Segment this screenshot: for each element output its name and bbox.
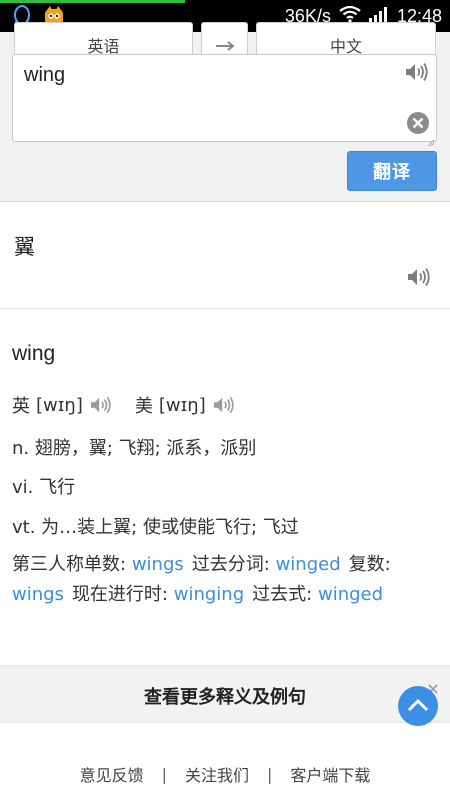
present-participle-link[interactable]: winging [174, 584, 244, 605]
word-forms: 第三人称单数: wings 过去分词: winged 复数: wings 现在进行时:… [12, 550, 407, 610]
past-participle-link[interactable]: winged [276, 554, 341, 575]
footer-separator: | [267, 764, 273, 784]
speaker-icon[interactable] [404, 61, 430, 83]
phonetics-row: 英 [wɪŋ] 美 [wɪŋ] [12, 392, 258, 418]
resize-handle-icon[interactable] [427, 132, 435, 147]
definition-transitive-verb: vt. 为…装上翼; 使或使能飞行; 飞过 [12, 517, 299, 538]
past-tense-link[interactable]: winged [318, 584, 383, 605]
translate-input-panel: 英语 中文 wing 翻译 [0, 22, 450, 202]
uk-phonetic: [wɪŋ] [36, 394, 83, 416]
speaker-icon[interactable] [406, 266, 432, 288]
third-person-label: 第三人称单数: [12, 554, 127, 575]
footer-separator: | [161, 764, 167, 784]
us-phonetic: [wɪŋ] [158, 394, 206, 416]
headword: wing [12, 342, 56, 365]
back-to-top-button[interactable] [398, 686, 438, 726]
client-download-link[interactable]: 客户端下载 [290, 762, 370, 786]
us-label: 美 [134, 396, 153, 417]
past-participle-label: 过去分词: [191, 554, 270, 575]
dictionary-section: wing 英 [wɪŋ] 美 [wɪŋ] n. 翅膀，翼; 飞翔; 派系，派别 … [0, 310, 450, 664]
feedback-link[interactable]: 意见反馈 [80, 762, 144, 786]
more-definitions-bar[interactable]: 查看更多释义及例句 [0, 665, 450, 723]
source-text-input[interactable]: wing [12, 54, 437, 147]
plural-label: 复数: [348, 554, 391, 575]
more-definitions-label[interactable]: 查看更多释义及例句 [0, 683, 450, 709]
us-speaker-icon[interactable] [212, 394, 236, 416]
follow-us-link[interactable]: 关注我们 [185, 762, 249, 786]
third-person-link[interactable]: wings [132, 554, 184, 575]
translation-text: 翼 [14, 235, 35, 259]
footer-links: 意见反馈 | 关注我们 | 客户端下载 [0, 762, 450, 786]
uk-label: 英 [12, 396, 30, 417]
plural-link[interactable]: wings [12, 584, 64, 605]
source-text-value[interactable]: wing [24, 64, 65, 87]
uk-speaker-icon[interactable] [89, 394, 113, 416]
present-participle-label: 现在进行时: [71, 584, 169, 605]
definition-noun: n. 翅膀，翼; 飞翔; 派系，派别 [12, 438, 257, 459]
translation-result: 翼 [0, 203, 450, 309]
status-progress-bar [0, 0, 185, 3]
chevron-up-icon [407, 697, 429, 716]
definition-intransitive-verb: vi. 飞行 [12, 477, 76, 498]
translate-button[interactable]: 翻译 [347, 151, 437, 191]
past-tense-label: 过去式: [252, 584, 313, 605]
